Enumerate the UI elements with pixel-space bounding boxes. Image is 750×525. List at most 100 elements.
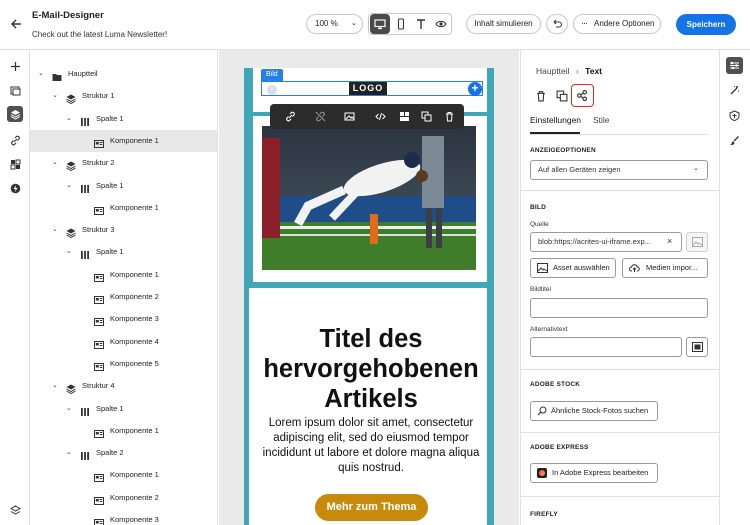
- image-title-input[interactable]: [530, 298, 708, 318]
- tree-item-component[interactable]: Komponente 3: [30, 308, 217, 330]
- link-icon[interactable]: [7, 132, 23, 148]
- image-options-icon[interactable]: [338, 110, 360, 123]
- tree-item-label: Komponente 1: [110, 135, 159, 145]
- tree-item-component[interactable]: Komponente 3: [30, 509, 217, 525]
- magic-wand-icon[interactable]: [726, 82, 743, 99]
- chevron-down-icon[interactable]: ⌄: [66, 108, 74, 130]
- brush-icon[interactable]: [726, 132, 743, 149]
- layers-icon: [66, 381, 76, 395]
- tree-item-main[interactable]: ⌄ Hauptteil: [30, 63, 217, 85]
- tree-item-structure[interactable]: ⌄ Struktur 2: [30, 152, 217, 174]
- save-button[interactable]: Speichern: [676, 14, 736, 35]
- layer-tree: ⌄ Hauptteil ⌄ Struktur 1 ⌄ Spalte 1 Komponente…: [30, 50, 218, 525]
- chevron-down-icon[interactable]: ⌄: [52, 375, 60, 397]
- article-title[interactable]: Titel des hervorgehobenen Artikels: [254, 324, 488, 414]
- source-value: blob:https://acrites-ui-iframe.exp...: [538, 237, 651, 246]
- mobile-view-button[interactable]: [391, 14, 411, 34]
- layers-icon[interactable]: [7, 106, 23, 122]
- tree-item-component[interactable]: Komponente 2: [30, 487, 217, 509]
- personalize-button[interactable]: [571, 84, 594, 107]
- tree-item-component[interactable]: Komponente 1: [30, 420, 217, 442]
- chevron-down-icon[interactable]: ⌄: [52, 85, 60, 107]
- edit-in-express-button[interactable]: In Adobe Express bearbeiten: [530, 463, 658, 483]
- tree-item-column[interactable]: ⌄ Spalte 2: [30, 442, 217, 464]
- select-asset-button[interactable]: Asset auswählen: [530, 258, 616, 278]
- tab-settings[interactable]: Einstellungen: [530, 115, 581, 125]
- find-similar-stock-button[interactable]: Ähnliche Stock-Fotos suchen: [530, 401, 658, 421]
- display-options-heading: ANZEIGEOPTIONEN: [530, 147, 596, 154]
- breadcrumb-current: Text: [585, 66, 603, 76]
- tab-styles[interactable]: Stile: [593, 115, 610, 125]
- tab-styles-label: Stile: [593, 115, 610, 125]
- delete-component-icon[interactable]: [535, 90, 547, 102]
- alt-text-input[interactable]: [530, 337, 682, 357]
- structure-icon[interactable]: [7, 502, 23, 518]
- tree-item-structure[interactable]: ⌄ Struktur 4: [30, 375, 217, 397]
- duplicate-icon[interactable]: [419, 110, 433, 123]
- chevron-down-icon[interactable]: ⌄: [66, 398, 74, 420]
- tree-item-component[interactable]: Komponente 2: [30, 286, 217, 308]
- adobe-express-icon: [537, 468, 547, 478]
- settings-sliders-icon[interactable]: [726, 57, 743, 74]
- tree-item-column[interactable]: ⌄ Spalte 1: [30, 108, 217, 130]
- tree-item-component[interactable]: Komponente 1: [30, 197, 217, 219]
- clear-icon[interactable]: ×: [667, 236, 672, 246]
- chevron-down-icon[interactable]: ⌄: [52, 219, 60, 241]
- chevron-down-icon[interactable]: ⌄: [66, 241, 74, 263]
- preview-button[interactable]: [431, 14, 451, 34]
- lightning-icon[interactable]: [7, 180, 23, 196]
- tree-item-component[interactable]: Komponente 1: [30, 264, 217, 286]
- back-arrow-icon[interactable]: [9, 17, 23, 31]
- code-icon[interactable]: [373, 110, 387, 123]
- browse-image-button[interactable]: [686, 232, 708, 252]
- add-component-icon[interactable]: +: [468, 82, 482, 96]
- tab-settings-label: Einstellungen: [530, 115, 582, 125]
- cta-button[interactable]: Mehr zum Thema: [315, 494, 428, 521]
- more-options-button[interactable]: ··· Andere Optionen: [573, 14, 661, 34]
- text-icon: [417, 19, 425, 29]
- tree-item-label: Komponente 5: [110, 358, 159, 368]
- breadcrumb-parent[interactable]: Hauptteil: [536, 66, 570, 76]
- alt-text-personalize-button[interactable]: [686, 337, 708, 357]
- chevron-down-icon[interactable]: ⌄: [66, 442, 74, 464]
- source-field[interactable]: blob:https://acrites-ui-iframe.exp...: [530, 232, 682, 252]
- chevron-down-icon[interactable]: ⌄: [52, 152, 60, 174]
- alt-text-label: Alternativtext: [530, 326, 568, 333]
- remove-icon[interactable]: ×: [267, 85, 277, 95]
- add-icon[interactable]: [7, 58, 23, 74]
- article-body[interactable]: Lorem ipsum dolor sit amet, consectetur …: [262, 416, 480, 476]
- tree-item-structure[interactable]: ⌄ Struktur 3: [30, 219, 217, 241]
- zoom-select[interactable]: 100 % ⌄: [306, 14, 363, 34]
- link-icon[interactable]: [280, 110, 300, 123]
- tree-item-component[interactable]: Komponente 1: [30, 129, 217, 152]
- import-media-button[interactable]: Medien impor...: [622, 258, 708, 278]
- right-rail: [719, 50, 750, 525]
- tree-item-column[interactable]: ⌄ Spalte 1: [30, 398, 217, 420]
- chevron-down-icon[interactable]: ⌄: [38, 63, 46, 85]
- tree-item-component[interactable]: Komponente 1: [30, 464, 217, 486]
- tree-item-column[interactable]: ⌄ Spalte 1: [30, 175, 217, 197]
- layers-icon: [66, 225, 76, 239]
- text-view-button[interactable]: [411, 14, 431, 34]
- tree-item-label: Spalte 1: [96, 403, 124, 413]
- desktop-view-button[interactable]: [370, 14, 390, 34]
- fragments-icon[interactable]: [7, 156, 23, 172]
- tabs-divider: [530, 134, 708, 135]
- component-icon: [94, 136, 104, 148]
- edit-in-express-label: In Adobe Express bearbeiten: [552, 468, 649, 477]
- tree-item-column[interactable]: ⌄ Spalte 1: [30, 241, 217, 263]
- tree-item-component[interactable]: Komponente 4: [30, 331, 217, 353]
- component-icon: [94, 314, 104, 327]
- delete-icon[interactable]: [442, 110, 456, 123]
- duplicate-component-icon[interactable]: [556, 90, 568, 102]
- accessibility-icon[interactable]: [726, 107, 743, 124]
- layout-icon[interactable]: [397, 110, 411, 123]
- assets-icon[interactable]: [7, 82, 23, 98]
- tree-item-structure[interactable]: ⌄ Struktur 1: [30, 85, 217, 107]
- tree-item-component[interactable]: Komponente 5: [30, 353, 217, 375]
- display-options-select[interactable]: Auf allen Geräten zeigen ⌄: [530, 160, 708, 180]
- undo-button[interactable]: [546, 14, 568, 34]
- unlink-icon[interactable]: [313, 110, 327, 123]
- simulate-content-button[interactable]: Inhalt simulieren: [466, 14, 541, 34]
- chevron-down-icon[interactable]: ⌄: [66, 175, 74, 197]
